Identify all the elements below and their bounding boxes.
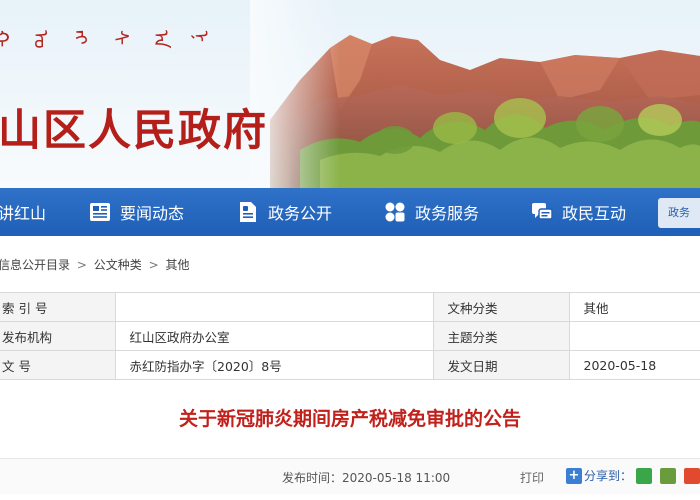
breadcrumb: 信息公开目录 > 公文种类 > 其他 [0, 256, 192, 273]
breadcrumb-separator: > [148, 258, 159, 272]
share-button[interactable]: + 分享到： [566, 467, 632, 484]
mongolian-script-title: ᠬ ᠣ ᠩ ᠰ ᠠ ᠨ [0, 30, 218, 64]
print-button[interactable]: 打印 [520, 469, 544, 486]
breadcrumb-separator: > [76, 258, 87, 272]
nav-item-gov-services[interactable]: 政务服务 [383, 188, 479, 236]
nav-item-label: 政务公开 [268, 204, 333, 223]
topic-label: 主题分类 [433, 321, 570, 351]
mongolian-char: ᠠ [149, 30, 173, 49]
nav-item-interaction[interactable]: 政民互动 [530, 188, 626, 236]
publish-time: 发布时间：2020-05-18 11:00 [282, 471, 451, 485]
chat-icon [532, 203, 553, 220]
document-info-table: 索 引 号 文种分类 其他 发布机构 红山区政府办公室 主题分类 文 号 赤红防… [0, 292, 700, 380]
service-icon [385, 202, 405, 222]
wechat-share-icon[interactable] [636, 468, 652, 484]
article-title: 关于新冠肺炎期间房产税减免审批的公告 [178, 408, 521, 430]
nav-item-more[interactable]: 政务 [658, 198, 700, 228]
index-number-value [115, 292, 434, 322]
article-meta-bar: 发布时间：2020-05-18 11:00 打印 + 分享到： [0, 458, 700, 494]
index-number-label: 索 引 号 [0, 292, 116, 322]
doc-type-value: 其他 [569, 292, 700, 322]
nav-item-news[interactable]: 要闻动态 [88, 188, 184, 236]
issue-date-value: 2020-05-18 [569, 350, 700, 380]
mountain-landscape-image [0, 0, 700, 188]
issue-date-label: 发文日期 [433, 350, 570, 380]
breadcrumb-item[interactable]: 公文种类 [94, 258, 142, 272]
nav-item-label: 政民互动 [562, 204, 627, 223]
qzone-share-icon[interactable] [660, 468, 676, 484]
share-label: 分享到： [584, 469, 633, 483]
mongolian-char: ᠩ [69, 30, 93, 45]
mongolian-char: ᠰ [109, 30, 133, 46]
table-row: 索 引 号 文种分类 其他 [0, 292, 700, 322]
table-row: 文 号 赤红防指办字〔2020〕8号 发文日期 2020-05-18 [0, 350, 700, 380]
breadcrumb-item[interactable]: 其他 [165, 258, 189, 272]
issuer-value: 红山区政府办公室 [115, 321, 434, 351]
nav-item-gov-affairs-open[interactable]: 政务公开 [236, 188, 332, 236]
mongolian-char: ᠨ [189, 30, 213, 43]
site-title: 山区人民政府 [0, 106, 268, 156]
main-navigation: 讲红山 要闻动态 政务公开 政务服务 政民互动 政务 [0, 188, 700, 236]
nav-item-label: 要闻动态 [120, 204, 185, 223]
nav-item-hongshan[interactable]: 讲红山 [0, 188, 46, 236]
share-plus-icon: + [566, 467, 582, 484]
weibo-share-icon[interactable] [684, 468, 700, 484]
nav-item-label: 讲红山 [0, 204, 47, 223]
doc-number-label: 文 号 [0, 350, 116, 380]
nav-item-label: 政务服务 [415, 204, 480, 223]
doc-type-label: 文种分类 [433, 292, 570, 322]
mongolian-char: ᠬ [0, 30, 13, 48]
header-banner: ᠬ ᠣ ᠩ ᠰ ᠠ ᠨ 山区人民政府 [0, 0, 700, 188]
topic-value [569, 321, 700, 351]
newspaper-icon [90, 203, 110, 221]
issuer-label: 发布机构 [0, 321, 116, 351]
doc-number-value: 赤红防指办字〔2020〕8号 [115, 350, 434, 380]
mongolian-char: ᠣ [29, 30, 53, 49]
document-icon [240, 202, 256, 222]
breadcrumb-item[interactable]: 信息公开目录 [0, 258, 70, 272]
table-row: 发布机构 红山区政府办公室 主题分类 [0, 321, 700, 351]
